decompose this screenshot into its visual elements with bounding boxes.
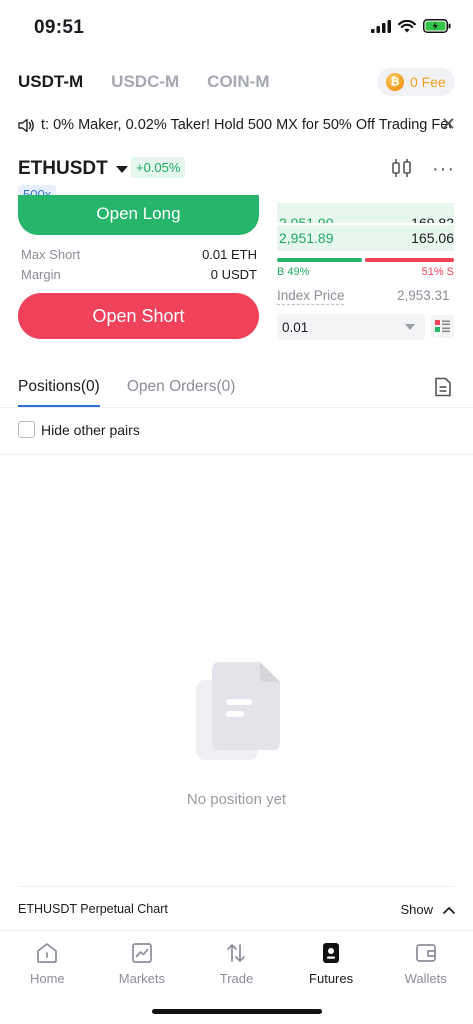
orderbook-layout-icon[interactable] xyxy=(431,315,454,338)
show-label: Show xyxy=(400,902,433,917)
bid-size: 169.82 xyxy=(411,215,454,223)
tab-coin-m[interactable]: COIN-M xyxy=(207,72,269,92)
symbol-name: ETHUSDT xyxy=(18,158,108,179)
hide-other-pairs-checkbox[interactable] xyxy=(18,421,35,438)
battery-icon xyxy=(423,19,451,33)
open-short-label: Open Short xyxy=(92,305,185,326)
nav-home[interactable]: Home xyxy=(0,931,95,990)
speaker-icon xyxy=(18,118,34,132)
margin-value: 0 USDT xyxy=(210,267,257,282)
candlestick-chart-icon[interactable] xyxy=(391,158,413,178)
ratio-labels: B 49% 51% S xyxy=(277,266,454,278)
zero-fee-button[interactable]: ₿ 0 Fee xyxy=(377,68,455,96)
buy-ratio-fill xyxy=(277,258,363,262)
status-icons xyxy=(371,19,451,33)
chevron-up-icon xyxy=(443,906,455,914)
buy-ratio-label: B 49% xyxy=(277,266,310,278)
nav-futures[interactable]: Futures xyxy=(284,931,379,990)
chevron-down-icon xyxy=(405,324,415,330)
nav-home-label: Home xyxy=(29,971,65,986)
nav-trade-label: Trade xyxy=(219,971,254,986)
trade-icon xyxy=(227,944,246,962)
divider xyxy=(18,886,455,887)
perpetual-chart-bar[interactable]: ETHUSDT Perpetual Chart Show xyxy=(18,902,455,917)
more-options-icon[interactable]: ··· xyxy=(432,158,455,181)
close-icon[interactable]: ✕ xyxy=(441,114,456,135)
positions-tabs: Positions(0) Open Orders(0) xyxy=(18,378,235,408)
nav-markets-label: Markets xyxy=(118,971,165,986)
nav-markets[interactable]: Markets xyxy=(95,931,190,990)
divider xyxy=(0,454,473,455)
open-long-button[interactable]: Open Long xyxy=(18,195,259,235)
nav-trade[interactable]: Trade xyxy=(189,931,284,990)
divider xyxy=(0,407,473,408)
nav-wallets-label: Wallets xyxy=(404,971,447,986)
depth-precision-value: 0.01 xyxy=(282,319,309,335)
empty-documents-illustration xyxy=(196,662,280,760)
fee-label: 0 Fee xyxy=(410,74,446,90)
max-short-value: 0.01 ETH xyxy=(202,247,257,262)
home-icon xyxy=(37,943,58,963)
nav-futures-label: Futures xyxy=(309,971,354,986)
buy-sell-ratio-bar xyxy=(277,258,454,262)
index-price-value: 2,953.31 xyxy=(397,288,450,303)
status-time: 09:51 xyxy=(34,17,85,38)
tab-usdt-m[interactable]: USDT-M xyxy=(18,72,83,92)
bid-size: 165.06 xyxy=(411,230,454,246)
tab-open-orders[interactable]: Open Orders(0) xyxy=(127,378,236,408)
bitcoin-coin-icon: ₿ xyxy=(386,73,404,91)
wifi-icon xyxy=(398,19,416,32)
orderbook-bid-row[interactable]: 2,951.89 165.06 xyxy=(277,225,454,251)
symbol-selector[interactable]: ETHUSDT xyxy=(18,158,128,180)
bid-price: 2,951.90 xyxy=(279,215,334,223)
bottom-nav: Home Markets Trade Futures Wallets xyxy=(0,930,473,990)
orderbook-bid-row[interactable]: 2,951.90 169.82 xyxy=(277,203,454,223)
hide-other-pairs-label: Hide other pairs xyxy=(41,421,140,438)
index-price-label[interactable]: Index Price xyxy=(277,288,345,303)
hide-other-pairs-toggle[interactable]: Hide other pairs xyxy=(18,421,140,438)
bid-price: 2,951.89 xyxy=(279,230,334,246)
nav-wallets[interactable]: Wallets xyxy=(378,931,473,990)
announcement-bar[interactable]: t: 0% Maker, 0.02% Taker! Hold 500 MX fo… xyxy=(18,114,458,136)
empty-state-text: No position yet xyxy=(186,791,287,808)
depth-precision-select[interactable]: 0.01 xyxy=(277,314,425,340)
show-chart-toggle[interactable]: Show xyxy=(400,902,455,917)
open-short-button[interactable]: Open Short xyxy=(18,293,259,339)
price-change-badge: +0.05% xyxy=(131,157,186,178)
open-long-label: Open Long xyxy=(96,204,181,223)
signal-icon xyxy=(371,19,391,33)
wallet-icon xyxy=(415,944,436,962)
chart-bar-title: ETHUSDT Perpetual Chart xyxy=(18,902,168,916)
max-short-label: Max Short xyxy=(21,247,81,262)
margin-label: Margin xyxy=(21,267,61,282)
tab-positions[interactable]: Positions(0) xyxy=(18,378,100,408)
futures-icon xyxy=(323,943,340,963)
announcement-text: t: 0% Maker, 0.02% Taker! Hold 500 MX fo… xyxy=(41,117,451,133)
home-indicator[interactable] xyxy=(152,1009,322,1014)
document-icon[interactable] xyxy=(434,377,452,397)
sell-ratio-label: 51% S xyxy=(421,266,454,278)
market-tabs: USDT-M USDC-M COIN-M xyxy=(18,72,270,92)
markets-icon xyxy=(132,943,152,963)
caret-down-icon xyxy=(115,165,128,173)
sell-ratio-fill xyxy=(365,258,454,262)
tab-usdc-m[interactable]: USDC-M xyxy=(111,72,179,92)
